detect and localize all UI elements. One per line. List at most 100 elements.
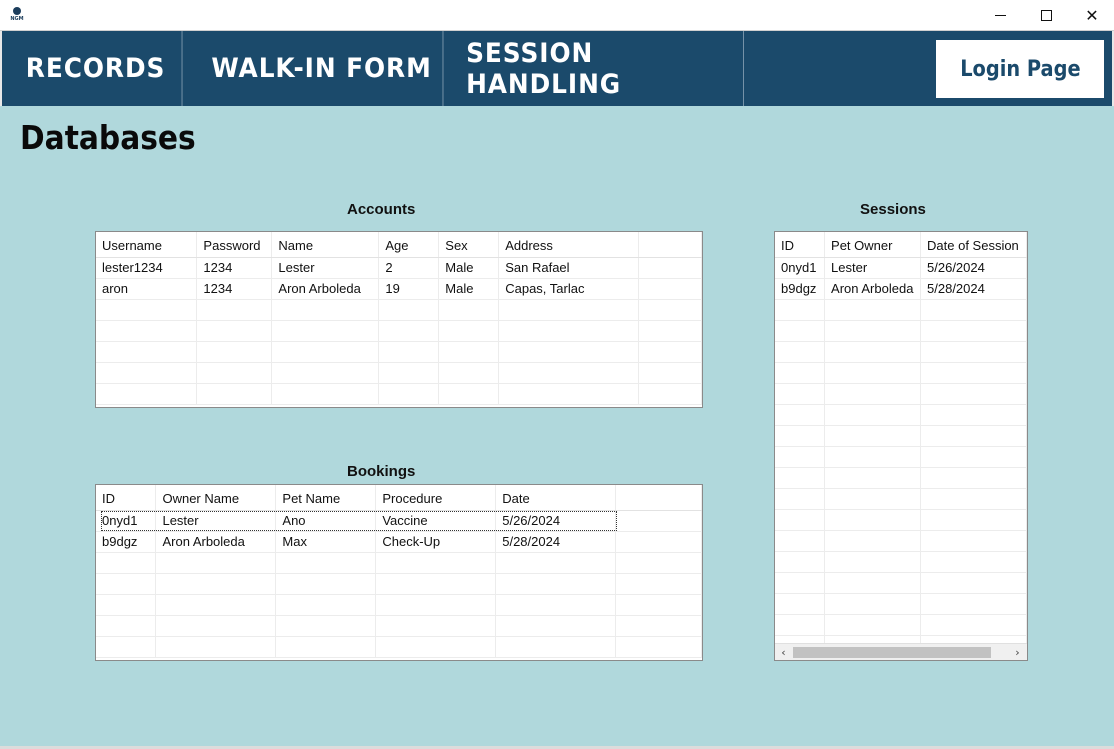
table-cell[interactable]: 5/28/2024 xyxy=(495,531,617,553)
table-cell xyxy=(775,299,826,321)
table-cell[interactable]: aron xyxy=(96,278,198,300)
table-cell xyxy=(155,573,277,595)
table-row[interactable]: lester1234 1234 Lester 2 Male San Rafael xyxy=(96,257,702,279)
scrollbar-thumb[interactable] xyxy=(793,647,991,658)
bookings-column-header[interactable]: Procedure xyxy=(375,485,497,511)
bookings-filler-header xyxy=(615,485,702,511)
table-cell xyxy=(498,299,640,321)
login-page-button[interactable]: Login Page xyxy=(936,40,1104,98)
maximize-button[interactable] xyxy=(1023,0,1069,31)
table-cell[interactable]: Male xyxy=(438,257,500,279)
filler-cell xyxy=(615,531,702,553)
table-cell xyxy=(824,425,922,447)
table-cell[interactable]: Aron Arboleda xyxy=(155,531,277,553)
filler-cell xyxy=(638,320,702,342)
table-cell xyxy=(824,404,922,426)
table-cell[interactable]: Capas, Tarlac xyxy=(498,278,640,300)
table-cell xyxy=(375,636,497,658)
table-row[interactable]: 0nyd1 Lester 5/26/2024 xyxy=(775,257,1027,279)
sessions-column-header[interactable]: Pet Owner xyxy=(824,232,922,258)
table-row[interactable]: b9dgz Aron Arboleda 5/28/2024 xyxy=(775,278,1027,300)
table-cell[interactable]: Lester xyxy=(824,257,922,279)
sessions-column-header[interactable]: ID xyxy=(775,232,826,258)
minimize-button[interactable] xyxy=(977,0,1023,31)
table-cell xyxy=(438,341,500,363)
table-cell[interactable]: b9dgz xyxy=(775,278,826,300)
empty-table-row xyxy=(775,488,1027,510)
table-cell xyxy=(824,530,922,552)
table-cell xyxy=(155,636,277,658)
filler-cell xyxy=(615,552,702,574)
bookings-grid[interactable]: ID Owner Name Pet Name Procedure Date 0nyd1 L… xyxy=(95,484,703,661)
sessions-column-header[interactable]: Date of Session xyxy=(920,232,1027,258)
bookings-column-header[interactable]: ID xyxy=(96,485,157,511)
table-cell[interactable]: b9dgz xyxy=(96,531,157,553)
table-cell[interactable]: Ano xyxy=(275,510,377,532)
table-cell xyxy=(920,551,1027,573)
table-cell xyxy=(824,467,922,489)
accounts-column-header[interactable]: Age xyxy=(378,232,440,258)
table-cell[interactable]: Vaccine xyxy=(375,510,497,532)
table-row[interactable]: aron 1234 Aron Arboleda 19 Male Capas, Tarlac xyxy=(96,278,702,300)
table-cell xyxy=(275,615,377,637)
tab-walk-in-form[interactable]: WALK-IN FORM xyxy=(201,31,444,106)
table-cell[interactable]: 5/28/2024 xyxy=(920,278,1027,300)
table-cell[interactable]: Male xyxy=(438,278,500,300)
tab-records[interactable]: RECORDS xyxy=(10,31,183,106)
table-cell[interactable]: 1234 xyxy=(196,257,273,279)
accounts-column-header[interactable]: Username xyxy=(96,232,198,258)
table-cell xyxy=(275,636,377,658)
table-cell xyxy=(920,572,1027,594)
table-row[interactable]: 0nyd1 Lester Ano Vaccine 5/26/2024 xyxy=(96,510,702,532)
app-logo-icon: NGM xyxy=(9,7,25,23)
table-cell xyxy=(775,467,826,489)
table-cell[interactable]: Aron Arboleda xyxy=(824,278,922,300)
empty-table-row xyxy=(96,594,702,616)
table-cell[interactable]: 5/26/2024 xyxy=(920,257,1027,279)
tab-session-handling[interactable]: SESSION HANDLING xyxy=(466,31,744,106)
close-button[interactable]: ✕ xyxy=(1069,0,1114,31)
accounts-grid[interactable]: Username Password Name Age Sex Address lester… xyxy=(95,231,703,408)
sessions-horizontal-scrollbar[interactable]: ‹ › xyxy=(775,643,1027,660)
scroll-left-icon[interactable]: ‹ xyxy=(775,644,792,660)
table-cell[interactable]: 2 xyxy=(378,257,440,279)
scroll-right-icon[interactable]: › xyxy=(1009,644,1026,660)
table-row[interactable]: b9dgz Aron Arboleda Max Check-Up 5/28/2024 xyxy=(96,531,702,553)
table-cell[interactable]: 0nyd1 xyxy=(96,510,157,532)
table-cell xyxy=(920,446,1027,468)
table-cell xyxy=(824,593,922,615)
table-cell[interactable]: Check-Up xyxy=(375,531,497,553)
sessions-grid[interactable]: ID Pet Owner Date of Session 0nyd1 Lester 5/… xyxy=(774,231,1028,661)
accounts-column-header[interactable]: Address xyxy=(498,232,640,258)
table-cell xyxy=(96,341,198,363)
accounts-column-header[interactable]: Password xyxy=(196,232,273,258)
table-cell[interactable]: 5/26/2024 xyxy=(495,510,617,532)
accounts-table: Username Password Name Age Sex Address lester… xyxy=(96,232,702,405)
table-cell[interactable]: Aron Arboleda xyxy=(271,278,380,300)
accounts-column-header[interactable]: Sex xyxy=(438,232,500,258)
accounts-column-header[interactable]: Name xyxy=(271,232,380,258)
table-cell[interactable]: San Rafael xyxy=(498,257,640,279)
table-cell[interactable]: Lester xyxy=(271,257,380,279)
table-cell xyxy=(96,636,157,658)
table-cell[interactable]: Max xyxy=(275,531,377,553)
empty-table-row xyxy=(775,383,1027,405)
table-cell xyxy=(920,488,1027,510)
table-cell[interactable]: lester1234 xyxy=(96,257,198,279)
table-cell[interactable]: 1234 xyxy=(196,278,273,300)
table-cell[interactable]: 19 xyxy=(378,278,440,300)
table-cell[interactable]: Lester xyxy=(155,510,277,532)
filler-cell xyxy=(638,278,702,300)
bookings-column-header[interactable]: Date xyxy=(495,485,617,511)
table-cell xyxy=(775,551,826,573)
table-cell xyxy=(775,383,826,405)
table-cell xyxy=(438,362,500,384)
app-icon-text: NGM xyxy=(10,16,24,22)
table-cell xyxy=(375,573,497,595)
filler-cell xyxy=(638,257,702,279)
table-cell xyxy=(920,341,1027,363)
table-cell xyxy=(275,552,377,574)
bookings-column-header[interactable]: Owner Name xyxy=(155,485,277,511)
table-cell[interactable]: 0nyd1 xyxy=(775,257,826,279)
bookings-column-header[interactable]: Pet Name xyxy=(275,485,377,511)
